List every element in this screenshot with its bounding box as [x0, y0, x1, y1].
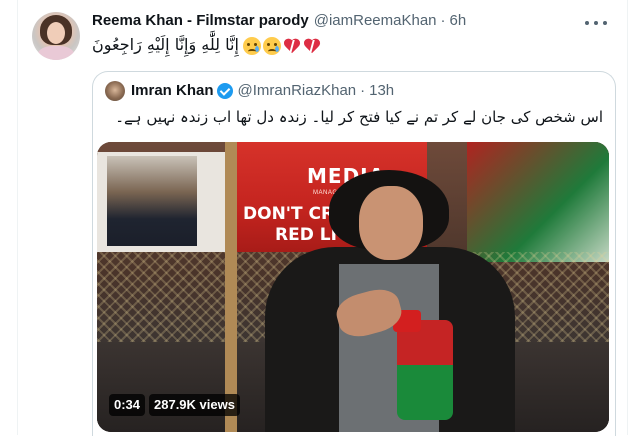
video-views-badge: 287.9K views [149, 394, 240, 416]
avatar-face [47, 22, 65, 44]
broken-heart-icon [283, 37, 301, 55]
video-flag [397, 320, 453, 420]
author-avatar[interactable] [32, 12, 80, 60]
broken-heart-icon [303, 37, 321, 55]
video-person-face [359, 186, 423, 260]
video-banner-red-text: RED LI [275, 225, 337, 245]
quoted-author-avatar [105, 81, 125, 101]
sad-relieved-face-icon [242, 37, 261, 55]
video-banner-right [467, 142, 609, 262]
avatar-body [38, 46, 74, 60]
quoted-header-separator: · [360, 82, 366, 99]
quoted-tweet-header: Imran Khan @ImranRiazKhan · 13h [131, 82, 394, 99]
tweet-header: Reema Khan - Filmstar parody @iamReemaKh… [92, 12, 466, 32]
tweet-timestamp[interactable]: 6h [450, 12, 467, 29]
video-pole [225, 142, 237, 432]
video-duration-badge: 0:34 [109, 394, 146, 416]
quoted-tweet-card[interactable]: Imran Khan @ImranRiazKhan · 13h اس شخص ک… [92, 71, 616, 436]
author-handle[interactable]: @iamReemaKhan [314, 12, 437, 29]
quoted-tweet-text: اس شخص کی جان لے کر تم نے کیا فتح کر لیا… [115, 108, 603, 126]
tweet-text-content: إِنَّا لِلَّٰهِ وَإِنَّا إِلَيْهِ رَاجِع… [92, 35, 239, 54]
timeline-left-border [17, 0, 18, 435]
tweet-emojis [242, 37, 321, 55]
quoted-author-handle: @ImranRiazKhan [237, 82, 357, 99]
tweet-text: إِنَّا لِلَّٰهِ وَإِنَّا إِلَيْهِ رَاجِع… [92, 33, 612, 57]
header-separator: · [440, 12, 446, 29]
author-name[interactable]: Reema Khan - Filmstar parody [92, 12, 309, 29]
more-options-icon[interactable] [585, 16, 607, 30]
video-poster-portrait [107, 156, 197, 246]
video-player[interactable]: MEDIA MANAGEMENT CELL DON'T CROSS RED LI… [97, 142, 609, 432]
verified-badge-icon [216, 82, 233, 99]
timeline-right-border [627, 0, 628, 435]
quoted-author-name: Imran Khan [131, 82, 214, 99]
quoted-tweet-timestamp: 13h [369, 82, 395, 99]
sad-relieved-face-icon [262, 37, 281, 55]
